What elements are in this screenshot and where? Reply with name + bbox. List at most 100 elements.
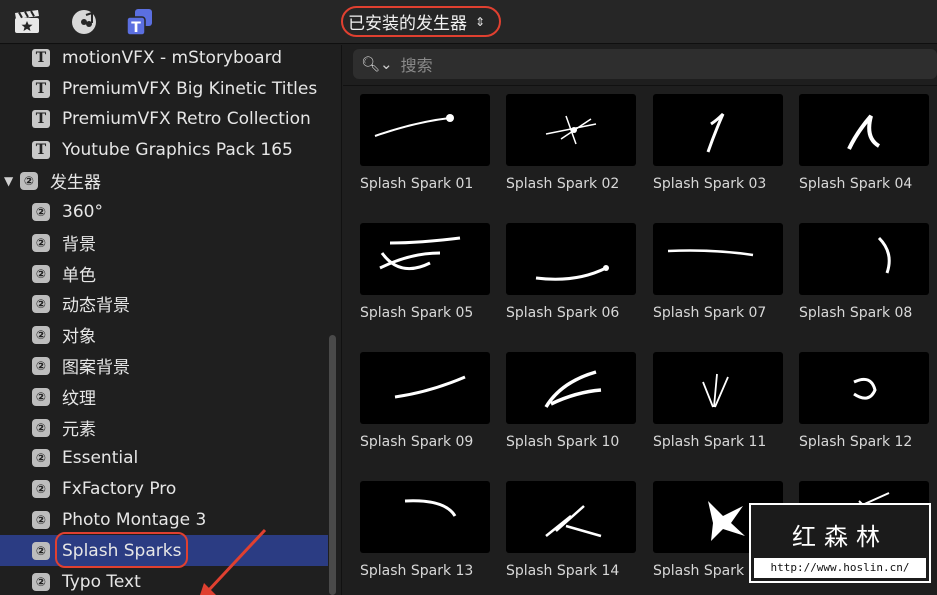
clapper-star-icon[interactable] — [13, 8, 41, 36]
generator-icon: ② — [32, 356, 50, 375]
generator-tile[interactable]: Splash Spark 07 — [653, 223, 783, 333]
generator-tile[interactable]: Splash Spark 03 — [653, 94, 783, 204]
generator-selector[interactable]: 已安装的发生器 ⇕ — [341, 6, 501, 37]
generator-tile[interactable]: Splash Spark 02 — [506, 94, 636, 204]
fcp-browser-window: T 已安装的发生器 ⇕ T motionVFX - mStoryboard T … — [0, 0, 937, 595]
watermark: 红森林 http://www.hoslin.cn/ — [749, 503, 931, 583]
sidebar-item[interactable]: ② 360° — [0, 196, 328, 227]
sidebar-item[interactable]: T PremiumVFX Retro Collection — [0, 103, 328, 134]
sidebar-item[interactable]: T PremiumVFX Big Kinetic Titles — [0, 73, 328, 104]
generator-thumbnail[interactable] — [360, 352, 490, 424]
music-icon[interactable] — [70, 8, 98, 36]
generator-icon: ② — [32, 479, 50, 498]
generator-thumbnail[interactable] — [360, 94, 490, 166]
sidebar-item[interactable]: ② FxFactory Pro — [0, 473, 328, 504]
sidebar-item[interactable]: ② 背景 — [0, 227, 328, 258]
sidebar-item-label: 背景 — [62, 235, 96, 255]
sidebar-scrollbar[interactable] — [329, 335, 336, 595]
divider — [343, 85, 937, 86]
sidebar-item[interactable]: ② Photo Montage 3 — [0, 504, 328, 535]
chevron-updown-icon: ⇕ — [475, 14, 486, 29]
sidebar-section-label: 发生器 — [50, 173, 101, 193]
annotation-arrow-icon — [200, 528, 267, 595]
sidebar-item-label: Youtube Graphics Pack 165 — [62, 139, 293, 160]
sidebar-item-label: PremiumVFX Big Kinetic Titles — [62, 78, 318, 99]
generator-thumbnail[interactable] — [799, 94, 929, 166]
generator-icon: ② — [32, 202, 50, 221]
sidebar-item[interactable]: ② 纹理 — [0, 381, 328, 412]
disclosure-triangle-icon[interactable]: ▼ — [4, 174, 16, 188]
generator-tile-label: Splash Spark 12 — [799, 434, 913, 450]
generator-icon: ② — [32, 541, 50, 560]
sidebar-item[interactable]: T motionVFX - mStoryboard — [0, 45, 328, 73]
sidebar: T motionVFX - mStoryboard T PremiumVFX B… — [0, 45, 342, 595]
sidebar-item[interactable]: ② 动态背景 — [0, 288, 328, 319]
watermark-url: http://www.hoslin.cn/ — [754, 558, 926, 578]
generator-thumbnail[interactable] — [653, 94, 783, 166]
generator-icon: ② — [32, 572, 50, 591]
generator-thumbnail[interactable] — [799, 223, 929, 295]
sidebar-item-label: 对象 — [62, 327, 96, 347]
sidebar-item-label: Essential — [62, 447, 139, 468]
generator-selector-label: 已安装的发生器 — [348, 14, 467, 34]
title-icon: T — [32, 48, 50, 67]
generator-icon: ② — [32, 325, 50, 344]
sidebar-item[interactable]: ② 对象 — [0, 319, 328, 350]
toolbar: T 已安装的发生器 ⇕ — [0, 0, 937, 44]
generator-tile-label: Splash Spark 07 — [653, 305, 767, 321]
sidebar-section-generators[interactable]: ▼ ② 发生器 — [0, 165, 328, 196]
generator-tile[interactable]: Splash Spark 10 — [506, 352, 636, 462]
generator-icon: ② — [32, 387, 50, 406]
sidebar-item[interactable]: ② 元素 — [0, 412, 328, 443]
title-icon: T — [32, 140, 50, 159]
search-icon[interactable]: 🔍︎⌄ — [361, 55, 393, 73]
generator-icon: ② — [32, 418, 50, 437]
sidebar-item[interactable]: ② Typo Text — [0, 566, 328, 595]
sidebar-item-label: 纹理 — [62, 389, 96, 409]
sidebar-item-label: 动态背景 — [62, 296, 130, 316]
generator-tile-label: Splash Spark 02 — [506, 176, 620, 192]
generator-tile[interactable]: Splash Spark 14 — [506, 481, 636, 591]
sidebar-item-label: 单色 — [62, 266, 96, 286]
generator-tile-label: Splash Spark 04 — [799, 176, 913, 192]
generator-thumbnail[interactable] — [506, 94, 636, 166]
sidebar-item[interactable]: ② 单色 — [0, 258, 328, 289]
generator-tile[interactable]: Splash Spark 04 — [799, 94, 929, 204]
titles-generators-icon[interactable]: T — [126, 8, 154, 36]
generator-icon: ② — [20, 171, 38, 190]
generator-thumbnail[interactable] — [360, 223, 490, 295]
generator-tile[interactable]: Splash Spark 09 — [360, 352, 490, 462]
generator-thumbnail[interactable] — [799, 352, 929, 424]
sidebar-item[interactable]: T Youtube Graphics Pack 165 — [0, 134, 328, 165]
generator-tile-label: Splash Spark 08 — [799, 305, 913, 321]
generator-tile[interactable]: Splash Spark 01 — [360, 94, 490, 204]
generator-tile[interactable]: Splash Spark 06 — [506, 223, 636, 333]
search-field[interactable]: 🔍︎⌄ 搜索 — [353, 49, 937, 79]
generator-tile-label: Splash Spark 13 — [360, 563, 474, 579]
title-icon: T — [32, 79, 50, 98]
generator-thumbnail[interactable] — [653, 352, 783, 424]
generator-tile-label: Splash Spark 10 — [506, 434, 620, 450]
generator-tile-label: Splash Spark 14 — [506, 563, 620, 579]
generator-thumbnail[interactable] — [506, 481, 636, 553]
generator-tile[interactable]: Splash Spark 05 — [360, 223, 490, 333]
generator-thumbnail[interactable] — [360, 481, 490, 553]
generator-thumbnail[interactable] — [506, 352, 636, 424]
generator-tile[interactable]: Splash Spark 13 — [360, 481, 490, 591]
generator-tile[interactable]: Splash Spark 11 — [653, 352, 783, 462]
generator-icon: ② — [32, 233, 50, 252]
sidebar-item[interactable]: ② 图案背景 — [0, 350, 328, 381]
sidebar-item-label: Typo Text — [62, 571, 141, 592]
sidebar-item-label: FxFactory Pro — [62, 478, 177, 499]
title-icon: T — [32, 109, 50, 128]
generator-thumbnail[interactable] — [653, 223, 783, 295]
generator-tile[interactable]: Splash Spark 08 — [799, 223, 929, 333]
svg-text:T: T — [131, 20, 141, 36]
sidebar-item[interactable]: ② Essential — [0, 442, 328, 473]
generator-thumbnail[interactable] — [506, 223, 636, 295]
generator-tile-label: Splash Spark 01 — [360, 176, 474, 192]
sidebar-item-label: 360° — [62, 201, 103, 222]
sidebar-item-label: PremiumVFX Retro Collection — [62, 108, 311, 129]
generator-tile[interactable]: Splash Spark 12 — [799, 352, 929, 462]
generator-icon: ② — [32, 448, 50, 467]
